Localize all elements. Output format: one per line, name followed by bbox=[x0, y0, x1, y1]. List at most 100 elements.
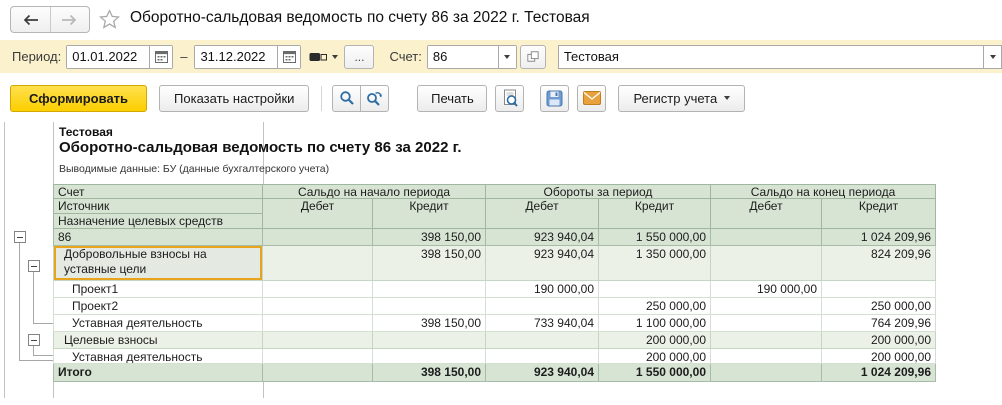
value-cell[interactable] bbox=[711, 315, 822, 332]
value-cell[interactable]: 190 000,00 bbox=[711, 281, 822, 298]
period-preset-button[interactable] bbox=[309, 51, 339, 63]
value-cell[interactable] bbox=[373, 281, 486, 298]
value-cell[interactable] bbox=[263, 246, 373, 281]
value-cell[interactable]: 923 940,04 bbox=[486, 246, 599, 281]
period-from-calendar-button[interactable] bbox=[149, 45, 173, 68]
col-header-credit[interactable]: Кредит bbox=[822, 199, 936, 229]
row-name-cell[interactable]: Добровольные взносы на уставные цели bbox=[53, 246, 263, 281]
row-name-cell[interactable]: Уставная деятельность bbox=[53, 315, 263, 332]
value-cell[interactable]: 200 000,00 bbox=[822, 349, 936, 364]
value-cell[interactable] bbox=[263, 315, 373, 332]
period-to-input[interactable] bbox=[195, 45, 278, 68]
value-cell[interactable]: 1 550 000,00 bbox=[599, 229, 711, 246]
value-cell[interactable] bbox=[373, 298, 486, 315]
show-settings-button[interactable]: Показать настройки bbox=[159, 84, 310, 112]
more-settings-button[interactable]: ... bbox=[344, 44, 375, 69]
col-header-debit[interactable]: Дебет bbox=[263, 199, 373, 229]
value-cell[interactable] bbox=[486, 298, 599, 315]
value-cell[interactable]: 764 209,96 bbox=[822, 315, 936, 332]
value-cell[interactable] bbox=[263, 281, 373, 298]
value-cell[interactable]: 923 940,04 bbox=[486, 364, 599, 382]
group-header-turnover[interactable]: Обороты за период bbox=[486, 184, 711, 199]
value-cell[interactable] bbox=[711, 298, 822, 315]
table-row[interactable]: Уставная деятельность 398 150,00 733 940,0… bbox=[53, 315, 936, 332]
value-cell[interactable] bbox=[711, 229, 822, 246]
value-cell[interactable] bbox=[263, 364, 373, 382]
table-row[interactable]: 86 398 150,00 923 940,04 1 550 000,00 1 024 … bbox=[53, 229, 936, 246]
period-from-input[interactable] bbox=[67, 45, 150, 68]
value-cell[interactable]: 398 150,00 bbox=[373, 229, 486, 246]
find-next-button[interactable] bbox=[360, 84, 390, 112]
row-name-cell[interactable]: Проект1 bbox=[53, 281, 263, 298]
row-name-cell[interactable]: 86 bbox=[53, 229, 263, 246]
value-cell[interactable] bbox=[263, 332, 373, 349]
forward-button[interactable] bbox=[49, 7, 90, 32]
col-header-account[interactable]: Счет bbox=[53, 184, 263, 199]
table-row[interactable]: Добровольные взносы на уставные цели 398 … bbox=[53, 246, 936, 281]
value-cell[interactable]: 398 150,00 bbox=[373, 364, 486, 382]
value-cell[interactable]: 398 150,00 bbox=[373, 246, 486, 281]
col-header-purpose[interactable]: Назначение целевых средств bbox=[53, 214, 263, 229]
value-cell[interactable] bbox=[263, 298, 373, 315]
value-cell[interactable]: 190 000,00 bbox=[486, 281, 599, 298]
collapse-group-button[interactable] bbox=[28, 334, 40, 346]
value-cell[interactable]: 923 940,04 bbox=[486, 229, 599, 246]
row-name-cell[interactable]: Итого bbox=[53, 364, 263, 382]
table-row[interactable]: Итого 398 150,00 923 940,04 1 550 000,00 1 0… bbox=[53, 364, 936, 382]
value-cell[interactable]: 1 024 209,96 bbox=[822, 364, 936, 382]
value-cell[interactable] bbox=[599, 281, 711, 298]
group-header-closing-balance[interactable]: Сальдо на конец периода bbox=[711, 184, 936, 199]
value-cell[interactable] bbox=[711, 364, 822, 382]
value-cell[interactable] bbox=[486, 332, 599, 349]
value-cell[interactable]: 200 000,00 bbox=[599, 332, 711, 349]
collapse-group-button[interactable] bbox=[28, 260, 40, 272]
value-cell[interactable]: 824 209,96 bbox=[822, 246, 936, 281]
value-cell[interactable]: 1 350 000,00 bbox=[599, 246, 711, 281]
value-cell[interactable] bbox=[263, 229, 373, 246]
group-header-opening-balance[interactable]: Сальдо на начало периода bbox=[263, 184, 486, 199]
organization-dropdown-button[interactable] bbox=[983, 45, 1001, 68]
value-cell[interactable]: 200 000,00 bbox=[599, 349, 711, 364]
value-cell[interactable] bbox=[711, 332, 822, 349]
back-button[interactable] bbox=[11, 7, 50, 32]
col-header-credit[interactable]: Кредит bbox=[373, 199, 486, 229]
value-cell[interactable]: 1 100 000,00 bbox=[599, 315, 711, 332]
value-cell[interactable] bbox=[486, 349, 599, 364]
print-preview-button[interactable] bbox=[495, 84, 525, 112]
value-cell[interactable]: 733 940,04 bbox=[486, 315, 599, 332]
row-name-cell[interactable]: Целевые взносы bbox=[53, 332, 263, 349]
find-button[interactable] bbox=[332, 84, 362, 112]
value-cell[interactable]: 200 000,00 bbox=[822, 332, 936, 349]
email-button[interactable] bbox=[577, 84, 607, 112]
value-cell[interactable]: 250 000,00 bbox=[822, 298, 936, 315]
col-header-credit[interactable]: Кредит bbox=[599, 199, 711, 229]
row-name-cell[interactable]: Уставная деятельность bbox=[53, 349, 263, 364]
col-header-debit[interactable]: Дебет bbox=[486, 199, 599, 229]
account-input[interactable] bbox=[427, 45, 498, 68]
table-row[interactable]: Проект1 190 000,00 190 000,00 bbox=[53, 281, 936, 298]
value-cell[interactable]: 398 150,00 bbox=[373, 315, 486, 332]
value-cell[interactable] bbox=[263, 349, 373, 364]
table-row[interactable]: Уставная деятельность 200 000,00 200 000,0… bbox=[53, 349, 936, 364]
register-menu-button[interactable]: Регистр учета bbox=[618, 84, 746, 112]
row-name-cell[interactable]: Проект2 bbox=[53, 298, 263, 315]
period-to-calendar-button[interactable] bbox=[277, 45, 301, 68]
col-header-debit[interactable]: Дебет bbox=[711, 199, 822, 229]
generate-button[interactable]: Сформировать bbox=[10, 84, 148, 112]
value-cell[interactable]: 250 000,00 bbox=[599, 298, 711, 315]
favorite-star-icon[interactable] bbox=[98, 9, 121, 34]
table-row[interactable]: Проект2 250 000,00 250 000,00 bbox=[53, 298, 936, 315]
value-cell[interactable] bbox=[373, 332, 486, 349]
account-open-button[interactable] bbox=[519, 44, 546, 69]
save-button[interactable] bbox=[540, 84, 570, 112]
collapse-group-button[interactable] bbox=[14, 231, 26, 243]
col-header-source[interactable]: Источник bbox=[53, 199, 263, 214]
print-button[interactable]: Печать bbox=[417, 84, 488, 112]
table-row[interactable]: Целевые взносы 200 000,00 200 000,00 bbox=[53, 332, 936, 349]
organization-input[interactable] bbox=[558, 45, 983, 68]
account-dropdown-button[interactable] bbox=[497, 45, 516, 68]
value-cell[interactable] bbox=[711, 349, 822, 364]
value-cell[interactable]: 1 024 209,96 bbox=[822, 229, 936, 246]
value-cell[interactable]: 1 550 000,00 bbox=[599, 364, 711, 382]
value-cell[interactable] bbox=[822, 281, 936, 298]
